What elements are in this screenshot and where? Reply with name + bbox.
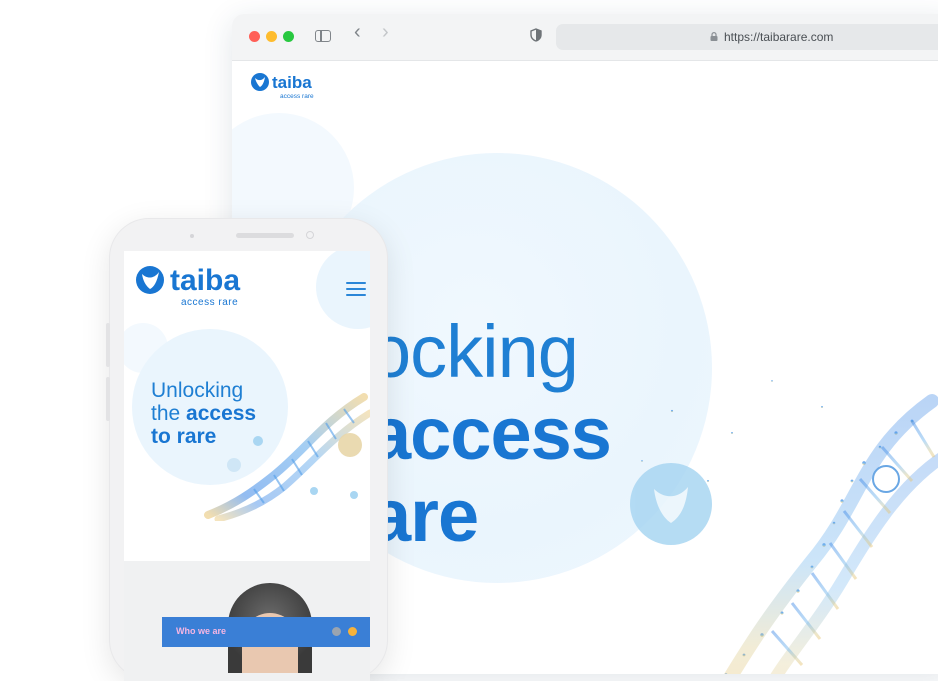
svg-text:taiba: taiba: [272, 73, 312, 92]
svg-text:access rare: access rare: [181, 297, 238, 308]
hero-line-1: ocking: [370, 310, 579, 393]
mobile-hero-line-2: the access: [151, 402, 256, 425]
sidebar-toggle-icon[interactable]: [315, 30, 331, 42]
hamburger-menu-icon[interactable]: [346, 282, 366, 300]
phone-speaker: [236, 233, 294, 238]
volume-up-button: [106, 323, 110, 367]
mobile-screen: taiba access rare Unlocking the access t…: [124, 251, 370, 681]
hero-line-2: access: [370, 392, 612, 475]
lock-icon: [710, 32, 718, 41]
phone-mockup: taiba access rare Unlocking the access t…: [106, 218, 388, 681]
shield-icon[interactable]: [530, 28, 542, 42]
back-arrow-icon[interactable]: ‹: [354, 22, 361, 42]
mobile-site-logo[interactable]: taiba access rare: [134, 261, 264, 316]
site-logo[interactable]: taiba access rare: [250, 71, 330, 108]
hero-line-3: are: [370, 474, 479, 557]
mobile-hero-line-2-prefix: the: [151, 402, 187, 425]
front-camera-icon: [306, 231, 314, 239]
who-we-are-banner[interactable]: Who we are: [162, 617, 370, 647]
mobile-hero-heading: Unlocking the access to rare: [151, 379, 256, 448]
svg-text:taiba: taiba: [170, 264, 240, 297]
url-text: https://taibarare.com: [724, 30, 834, 44]
carousel-dot-2[interactable]: [348, 627, 357, 636]
svg-text:access rare: access rare: [280, 93, 314, 100]
sensor-dot: [190, 234, 194, 238]
mobile-hero-line-2-bold: access: [186, 402, 257, 425]
mobile-hero-line-1: Unlocking: [151, 379, 244, 402]
volume-down-button: [106, 377, 110, 421]
taiba-logo-icon: taiba access rare: [136, 264, 240, 308]
minimize-window-button[interactable]: [266, 31, 277, 42]
browser-toolbar: ‹ › https://taibarare.com: [232, 14, 938, 61]
decorative-logo-icon: [630, 463, 712, 545]
forward-arrow-icon[interactable]: ›: [382, 22, 389, 42]
address-bar[interactable]: https://taibarare.com: [556, 24, 938, 50]
hero-heading: ocking access are: [370, 310, 612, 557]
taiba-logo-icon: taiba access rare: [251, 73, 314, 100]
close-window-button[interactable]: [249, 31, 260, 42]
carousel-dot-1[interactable]: [332, 627, 341, 636]
maximize-window-button[interactable]: [283, 31, 294, 42]
mobile-hero-line-3: to rare: [151, 425, 217, 448]
network-node-icon: [872, 465, 900, 493]
who-we-are-label: Who we are: [176, 626, 227, 636]
